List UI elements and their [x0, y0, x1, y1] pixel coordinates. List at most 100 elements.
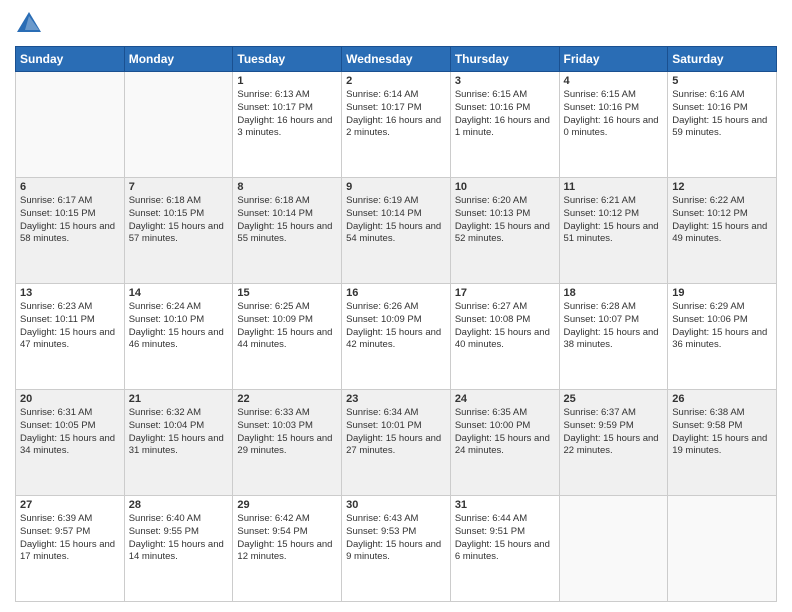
day-number: 19 — [672, 287, 772, 299]
day-number: 7 — [129, 181, 229, 193]
day-cell: 6 Sunrise: 6:17 AM Sunset: 10:15 PM Dayli… — [16, 178, 125, 284]
day-number: 12 — [672, 181, 772, 193]
day-cell: 3Sunrise: 6:15 AM Sunset: 10:16 PM Dayli… — [450, 72, 559, 178]
week-row-2: 13 Sunrise: 6:23 AM Sunset: 10:11 PM Dayl… — [16, 284, 777, 390]
day-number: 21 — [129, 393, 229, 405]
day-number: 28 — [129, 499, 229, 511]
day-number: 6 — [20, 181, 120, 193]
day-info: Sunrise: 6:15 AM Sunset: 10:16 PM Daylig… — [564, 89, 664, 140]
day-info: Sunrise: 6:24 AM Sunset: 10:10 PM Daylig… — [129, 301, 229, 352]
day-info: Sunrise: 6:33 AM Sunset: 10:03 PM Daylig… — [237, 407, 337, 458]
weekday-header-row: SundayMondayTuesdayWednesdayThursdayFrid… — [16, 47, 777, 72]
day-number: 24 — [455, 393, 555, 405]
day-info: Sunrise: 6:17 AM Sunset: 10:15 PM Daylig… — [20, 195, 120, 246]
day-cell: 20 Sunrise: 6:31 AM Sunset: 10:05 PM Dayl… — [16, 390, 125, 496]
day-number: 25 — [564, 393, 664, 405]
day-info: Sunrise: 6:14 AM Sunset: 10:17 PM Daylig… — [346, 89, 446, 140]
day-cell: 15 Sunrise: 6:25 AM Sunset: 10:09 PM Dayl… — [233, 284, 342, 390]
day-info: Sunrise: 6:16 AM Sunset: 10:16 PM Daylig… — [672, 89, 772, 140]
day-cell: 28 Sunrise: 6:40 AM Sunset: 9:55 PM Dayli… — [124, 496, 233, 602]
weekday-tuesday: Tuesday — [233, 47, 342, 72]
day-cell: 2 Sunrise: 6:14 AM Sunset: 10:17 PM Dayli… — [342, 72, 451, 178]
day-cell: 31Sunrise: 6:44 AM Sunset: 9:51 PM Dayli… — [450, 496, 559, 602]
day-info: Sunrise: 6:27 AM Sunset: 10:08 PM Daylig… — [455, 301, 555, 352]
day-number: 8 — [237, 181, 337, 193]
day-cell: 29 Sunrise: 6:42 AM Sunset: 9:54 PM Dayli… — [233, 496, 342, 602]
day-info: Sunrise: 6:28 AM Sunset: 10:07 PM Daylig… — [564, 301, 664, 352]
day-info: Sunrise: 6:13 AM Sunset: 10:17 PM Daylig… — [237, 89, 337, 140]
day-info: Sunrise: 6:18 AM Sunset: 10:14 PM Daylig… — [237, 195, 337, 246]
day-number: 27 — [20, 499, 120, 511]
weekday-wednesday: Wednesday — [342, 47, 451, 72]
day-info: Sunrise: 6:18 AM Sunset: 10:15 PM Daylig… — [129, 195, 229, 246]
day-cell: 14Sunrise: 6:24 AM Sunset: 10:10 PM Dayl… — [124, 284, 233, 390]
day-number: 1 — [237, 75, 337, 87]
day-number: 23 — [346, 393, 446, 405]
day-number: 2 — [346, 75, 446, 87]
day-cell — [668, 496, 777, 602]
day-number: 29 — [237, 499, 337, 511]
day-info: Sunrise: 6:26 AM Sunset: 10:09 PM Daylig… — [346, 301, 446, 352]
day-number: 5 — [672, 75, 772, 87]
day-number: 17 — [455, 287, 555, 299]
day-info: Sunrise: 6:39 AM Sunset: 9:57 PM Dayligh… — [20, 513, 120, 564]
day-cell: 21Sunrise: 6:32 AM Sunset: 10:04 PM Dayl… — [124, 390, 233, 496]
day-cell: 18Sunrise: 6:28 AM Sunset: 10:07 PM Dayl… — [559, 284, 668, 390]
day-cell: 7 Sunrise: 6:18 AM Sunset: 10:15 PM Dayli… — [124, 178, 233, 284]
day-number: 26 — [672, 393, 772, 405]
day-cell: 9Sunrise: 6:19 AM Sunset: 10:14 PM Dayli… — [342, 178, 451, 284]
day-number: 13 — [20, 287, 120, 299]
day-cell: 10 Sunrise: 6:20 AM Sunset: 10:13 PM Dayl… — [450, 178, 559, 284]
day-number: 4 — [564, 75, 664, 87]
day-cell: 27 Sunrise: 6:39 AM Sunset: 9:57 PM Dayli… — [16, 496, 125, 602]
day-number: 15 — [237, 287, 337, 299]
day-cell: 17 Sunrise: 6:27 AM Sunset: 10:08 PM Dayl… — [450, 284, 559, 390]
weekday-sunday: Sunday — [16, 47, 125, 72]
day-cell: 22 Sunrise: 6:33 AM Sunset: 10:03 PM Dayl… — [233, 390, 342, 496]
weekday-thursday: Thursday — [450, 47, 559, 72]
day-number: 11 — [564, 181, 664, 193]
day-info: Sunrise: 6:21 AM Sunset: 10:12 PM Daylig… — [564, 195, 664, 246]
day-number: 10 — [455, 181, 555, 193]
week-row-4: 27 Sunrise: 6:39 AM Sunset: 9:57 PM Dayli… — [16, 496, 777, 602]
logo — [15, 10, 45, 38]
day-cell: 4 Sunrise: 6:15 AM Sunset: 10:16 PM Dayli… — [559, 72, 668, 178]
day-cell: 5 Sunrise: 6:16 AM Sunset: 10:16 PM Dayli… — [668, 72, 777, 178]
day-cell: 16 Sunrise: 6:26 AM Sunset: 10:09 PM Dayl… — [342, 284, 451, 390]
day-info: Sunrise: 6:37 AM Sunset: 9:59 PM Dayligh… — [564, 407, 664, 458]
day-cell: 19 Sunrise: 6:29 AM Sunset: 10:06 PM Dayl… — [668, 284, 777, 390]
day-info: Sunrise: 6:38 AM Sunset: 9:58 PM Dayligh… — [672, 407, 772, 458]
day-cell: 25 Sunrise: 6:37 AM Sunset: 9:59 PM Dayli… — [559, 390, 668, 496]
day-info: Sunrise: 6:34 AM Sunset: 10:01 PM Daylig… — [346, 407, 446, 458]
day-cell: 26 Sunrise: 6:38 AM Sunset: 9:58 PM Dayli… — [668, 390, 777, 496]
day-info: Sunrise: 6:43 AM Sunset: 9:53 PM Dayligh… — [346, 513, 446, 564]
day-info: Sunrise: 6:44 AM Sunset: 9:51 PM Dayligh… — [455, 513, 555, 564]
day-cell — [16, 72, 125, 178]
day-cell: 1 Sunrise: 6:13 AM Sunset: 10:17 PM Dayli… — [233, 72, 342, 178]
day-info: Sunrise: 6:42 AM Sunset: 9:54 PM Dayligh… — [237, 513, 337, 564]
page: SundayMondayTuesdayWednesdayThursdayFrid… — [0, 0, 792, 612]
day-info: Sunrise: 6:35 AM Sunset: 10:00 PM Daylig… — [455, 407, 555, 458]
day-info: Sunrise: 6:15 AM Sunset: 10:16 PM Daylig… — [455, 89, 555, 140]
day-info: Sunrise: 6:40 AM Sunset: 9:55 PM Dayligh… — [129, 513, 229, 564]
week-row-3: 20 Sunrise: 6:31 AM Sunset: 10:05 PM Dayl… — [16, 390, 777, 496]
day-cell — [124, 72, 233, 178]
day-info: Sunrise: 6:29 AM Sunset: 10:06 PM Daylig… — [672, 301, 772, 352]
day-number: 9 — [346, 181, 446, 193]
day-number: 30 — [346, 499, 446, 511]
day-number: 20 — [20, 393, 120, 405]
calendar-table: SundayMondayTuesdayWednesdayThursdayFrid… — [15, 46, 777, 602]
day-info: Sunrise: 6:20 AM Sunset: 10:13 PM Daylig… — [455, 195, 555, 246]
day-cell: 24 Sunrise: 6:35 AM Sunset: 10:00 PM Dayl… — [450, 390, 559, 496]
day-number: 16 — [346, 287, 446, 299]
weekday-monday: Monday — [124, 47, 233, 72]
day-cell: 30 Sunrise: 6:43 AM Sunset: 9:53 PM Dayli… — [342, 496, 451, 602]
day-cell: 11 Sunrise: 6:21 AM Sunset: 10:12 PM Dayl… — [559, 178, 668, 284]
day-info: Sunrise: 6:23 AM Sunset: 10:11 PM Daylig… — [20, 301, 120, 352]
day-info: Sunrise: 6:22 AM Sunset: 10:12 PM Daylig… — [672, 195, 772, 246]
day-info: Sunrise: 6:25 AM Sunset: 10:09 PM Daylig… — [237, 301, 337, 352]
day-number: 22 — [237, 393, 337, 405]
day-info: Sunrise: 6:31 AM Sunset: 10:05 PM Daylig… — [20, 407, 120, 458]
week-row-1: 6 Sunrise: 6:17 AM Sunset: 10:15 PM Dayli… — [16, 178, 777, 284]
header — [15, 10, 777, 38]
